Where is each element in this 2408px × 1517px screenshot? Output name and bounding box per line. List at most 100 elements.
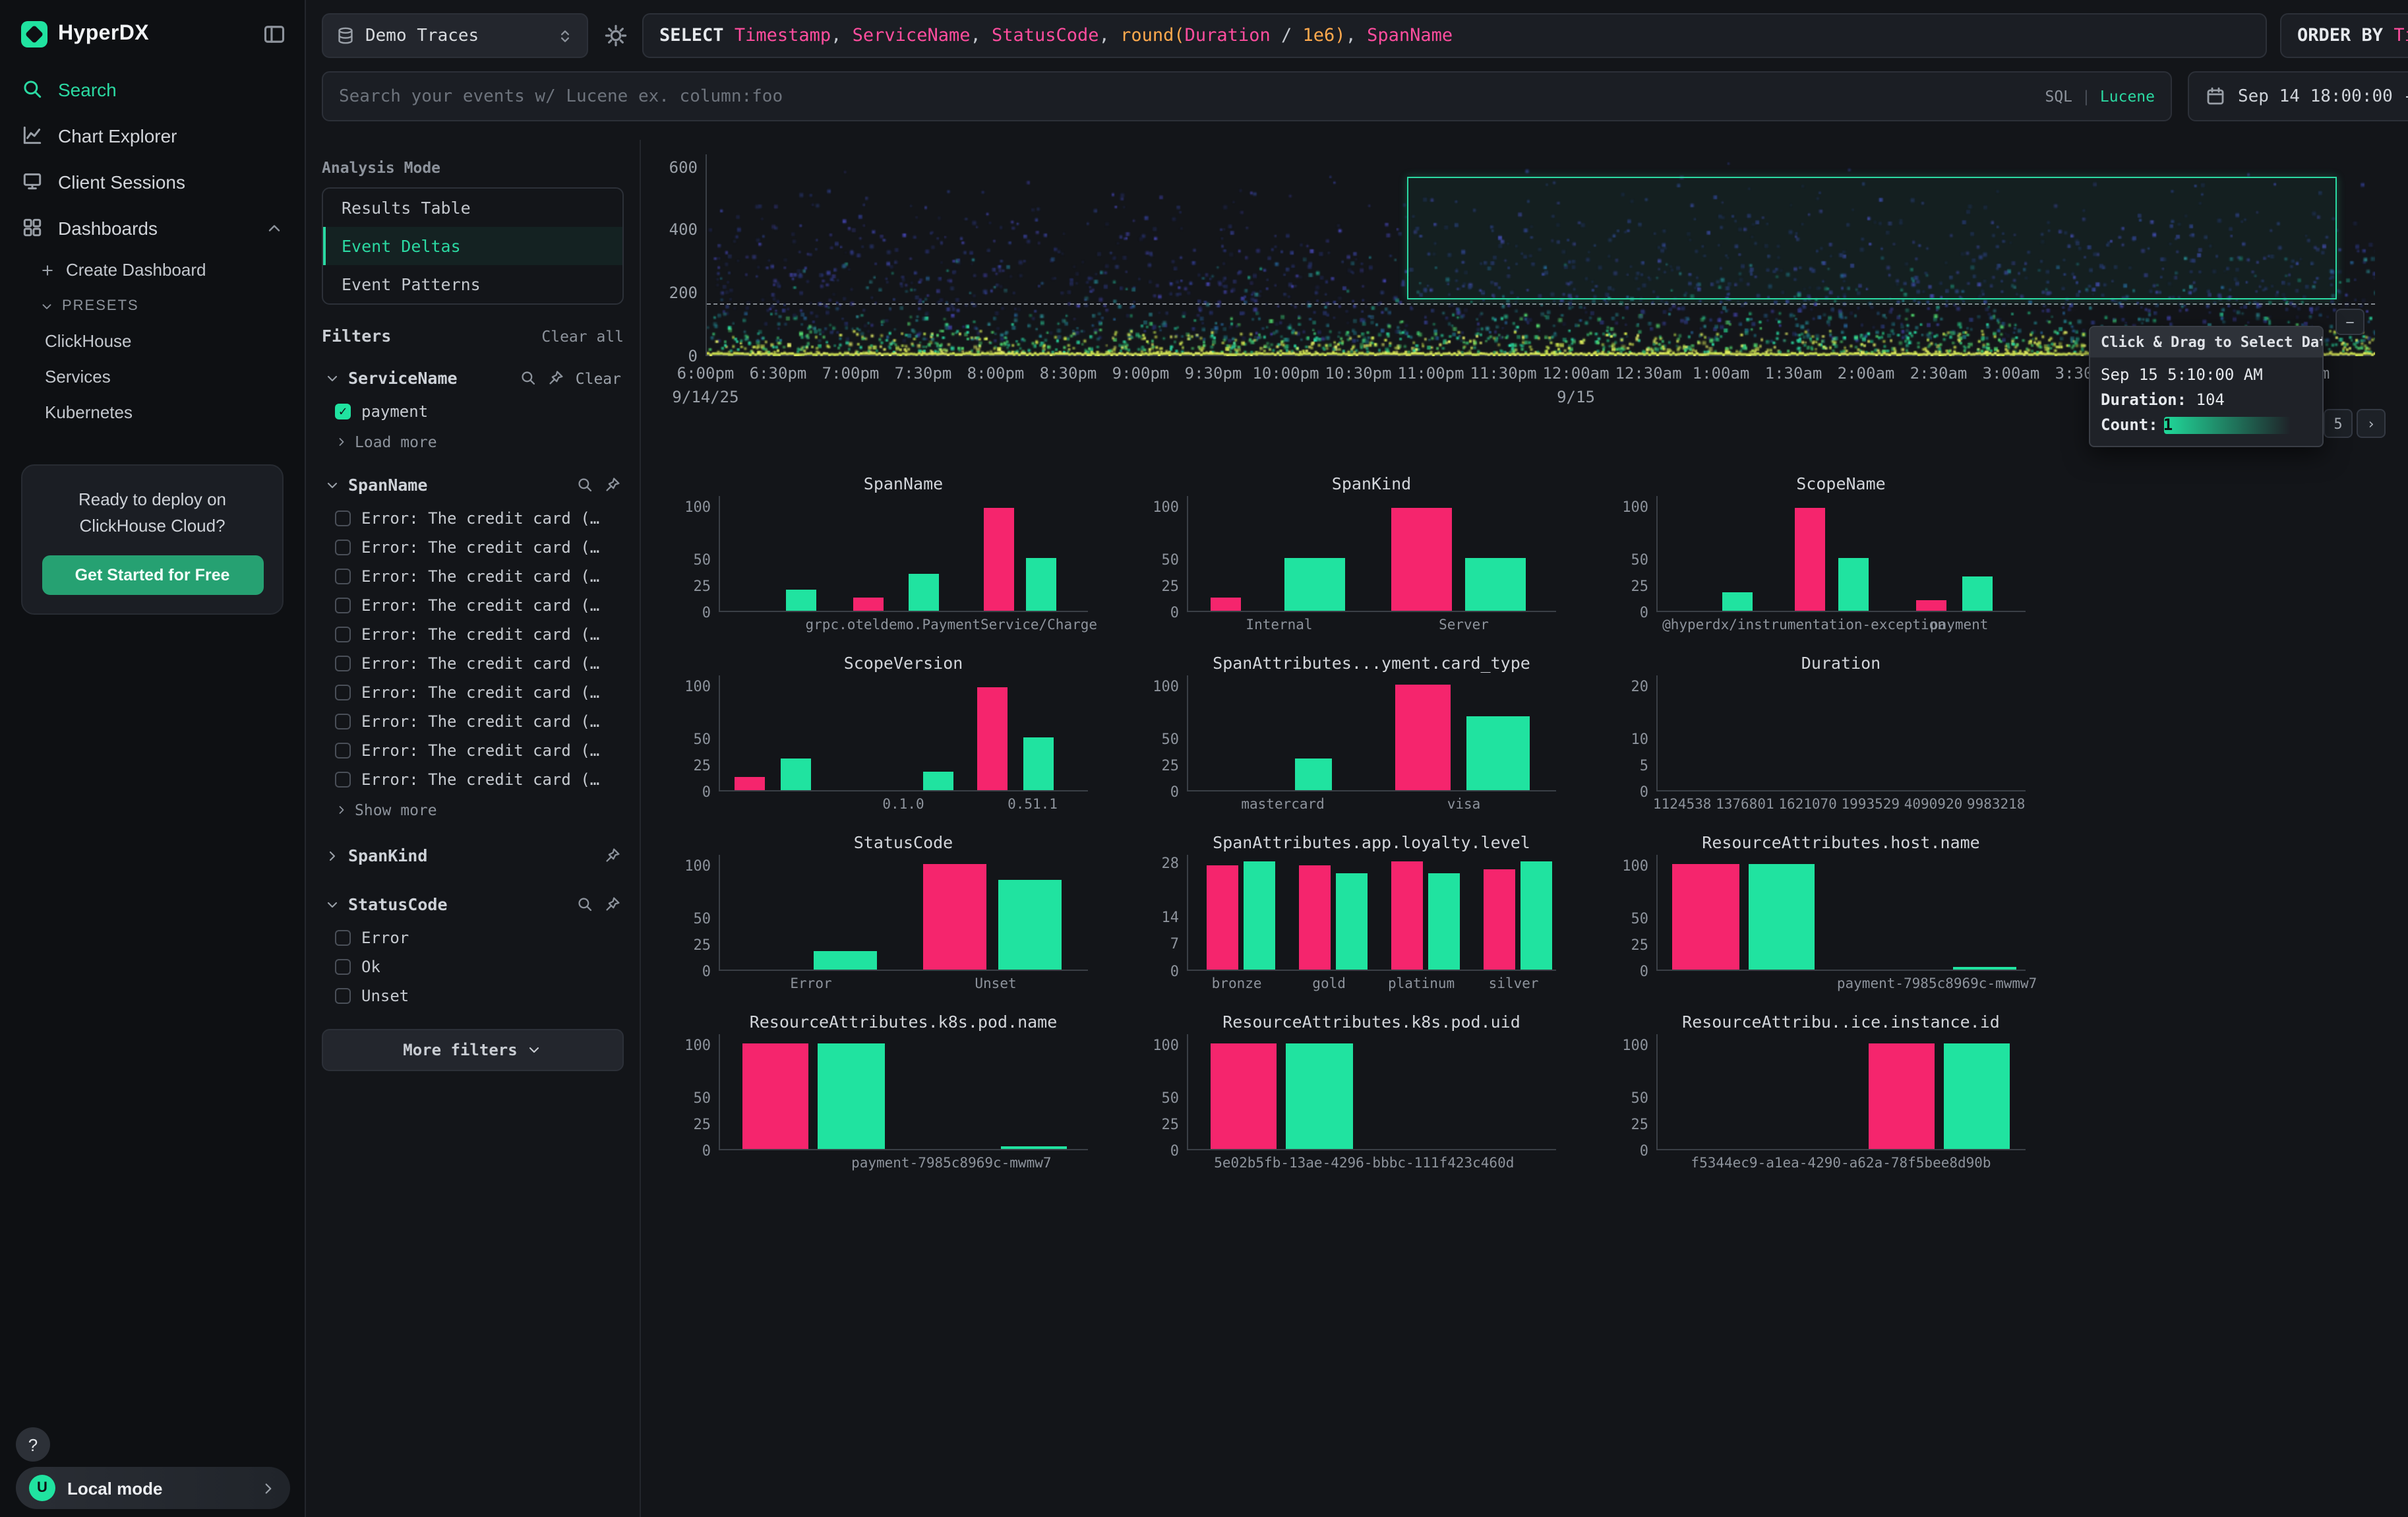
chart-x-label: visa (1447, 797, 1481, 813)
chart-bar (1211, 1043, 1277, 1149)
order-by-editor[interactable]: ORDER BY Timestamp DESC (2280, 13, 2408, 58)
checkbox[interactable] (335, 656, 351, 671)
pin-icon[interactable] (604, 476, 621, 493)
more-filters-button[interactable]: More filters (322, 1029, 624, 1071)
spanname-option[interactable]: Error: The credit card (… (322, 591, 624, 620)
statuscode-option-label: Ok (361, 958, 380, 976)
group-header-spanname[interactable]: SpanName (322, 466, 624, 504)
spanname-option[interactable]: Error: The credit card (… (322, 649, 624, 678)
chart-y-tick: 25 (658, 937, 711, 954)
pin-icon[interactable] (604, 896, 621, 913)
mode-results-table[interactable]: Results Table (323, 189, 622, 227)
group-header-servicename[interactable]: ServiceName Clear (322, 359, 624, 397)
query-language-toggle: SQL | Lucene (2045, 87, 2155, 106)
sql-token: , (831, 25, 853, 46)
pin-icon[interactable] (548, 369, 565, 387)
group-header-statuscode[interactable]: StatusCode (322, 885, 624, 923)
chart-plot (719, 1034, 1088, 1150)
clear-group-button[interactable]: Clear (576, 369, 621, 387)
sidebar-item-client-sessions[interactable]: Client Sessions (0, 158, 305, 204)
spanname-option[interactable]: Error: The credit card (… (322, 504, 624, 533)
pin-icon[interactable] (604, 847, 621, 864)
load-more-button[interactable]: Load more (322, 426, 624, 458)
spanname-option-label: Error: The credit card (… (361, 741, 599, 760)
sidebar-item-services[interactable]: Services (0, 359, 305, 394)
chart-title: ScopeVersion (719, 653, 1088, 673)
sidebar-collapse-icon[interactable] (262, 22, 286, 46)
chart-bar (1336, 873, 1368, 970)
sidebar-item-chart-explorer[interactable]: Chart Explorer (0, 112, 305, 158)
spanname-option[interactable]: Error: The credit card (… (322, 678, 624, 707)
next-page-button[interactable]: › (2357, 409, 2386, 438)
select-chevrons-icon (557, 27, 574, 44)
sql-query-editor[interactable]: SELECT Timestamp, ServiceName, StatusCod… (642, 13, 2267, 58)
checkbox[interactable] (335, 540, 351, 555)
mode-event-deltas[interactable]: Event Deltas (323, 227, 622, 265)
chart-x-label: 0.1.0 (882, 797, 924, 813)
statuscode-option[interactable]: Unset (322, 981, 624, 1010)
create-dashboard-button[interactable]: Create Dashboard (0, 251, 305, 289)
gear-icon[interactable] (604, 24, 628, 47)
checkbox[interactable] (335, 772, 351, 788)
spanname-option[interactable]: Error: The credit card (… (322, 620, 624, 649)
presets-toggle[interactable]: PRESETS (0, 289, 305, 323)
source-select[interactable]: Demo Traces (322, 13, 588, 58)
lucene-toggle[interactable]: Lucene (2100, 87, 2155, 106)
search-icon[interactable] (576, 896, 593, 913)
search-input[interactable] (339, 86, 2032, 106)
spanname-option[interactable]: Error: The credit card (… (322, 736, 624, 765)
checkbox[interactable] (335, 627, 351, 642)
chart-y-tick: 25 (1126, 757, 1179, 774)
mode-event-patterns[interactable]: Event Patterns (323, 265, 622, 303)
help-button[interactable]: ? (16, 1427, 50, 1462)
search-icon[interactable] (520, 369, 537, 387)
checkbox[interactable] (335, 988, 351, 1004)
nav-label: Search (58, 78, 117, 100)
show-more-label: Show more (355, 801, 437, 819)
delta-chart-ResourceAttributes.k8s.pod.name: ResourceAttributes.k8s.pod.name02550100p… (658, 1012, 1088, 1173)
sql-toggle[interactable]: SQL (2045, 87, 2072, 106)
checkbox[interactable] (335, 685, 351, 700)
checkbox[interactable] (335, 714, 351, 729)
sidebar-item-dashboards[interactable]: Dashboards (0, 204, 305, 251)
search-icon[interactable] (576, 476, 593, 493)
statuscode-option[interactable]: Ok (322, 952, 624, 981)
chart-x-label: Server (1439, 617, 1489, 633)
sidebar-item-search[interactable]: Search (0, 66, 305, 112)
group-header-spankind[interactable]: SpanKind (322, 836, 624, 875)
page-number-button[interactable]: 5 (2324, 409, 2353, 438)
chart-x-label: Unset (975, 976, 1016, 992)
sidebar-item-clickhouse[interactable]: ClickHouse (0, 323, 305, 359)
spanname-option[interactable]: Error: The credit card (… (322, 533, 624, 562)
chart-plot (1187, 1034, 1556, 1150)
spanname-option-label: Error: The credit card (… (361, 654, 599, 673)
chart-y-tick: 0 (1126, 963, 1179, 980)
date-range-picker[interactable]: Sep 14 18:00:00 - Sep 15 05:30:00 (2188, 71, 2408, 121)
get-started-button[interactable]: Get Started for Free (42, 556, 263, 596)
zoom-reset-button[interactable]: − (2335, 309, 2364, 335)
checkbox[interactable] (335, 743, 351, 758)
user-mode-label: Local mode (67, 1478, 163, 1498)
clear-all-button[interactable]: Clear all (541, 326, 624, 345)
checkbox[interactable] (335, 598, 351, 613)
statuscode-option[interactable]: Error (322, 923, 624, 952)
spanname-option[interactable]: Error: The credit card (… (322, 562, 624, 591)
spanname-option[interactable]: Error: The credit card (… (322, 707, 624, 736)
servicename-option[interactable]: ✓payment (322, 397, 624, 426)
delta-chart-SpanAttributes.app.loyalty.level: SpanAttributes.app.loyalty.level071428br… (1126, 832, 1556, 993)
chart-y-tick: 5 (1596, 757, 1648, 774)
heatmap-x-tick: 8:00pm (967, 364, 1025, 383)
checkbox[interactable] (335, 569, 351, 584)
chart-y-tick: 25 (658, 578, 711, 595)
selection-rectangle[interactable] (1408, 177, 2337, 300)
chart-bar (1962, 577, 1993, 611)
checkbox[interactable] (335, 959, 351, 975)
checkbox[interactable] (335, 930, 351, 946)
checkbox-checked[interactable]: ✓ (335, 404, 351, 419)
spanname-option[interactable]: Error: The credit card (… (322, 765, 624, 794)
chart-bar (818, 1043, 884, 1149)
sidebar-item-kubernetes[interactable]: Kubernetes (0, 394, 305, 430)
show-more-button[interactable]: Show more (322, 794, 624, 826)
user-menu[interactable]: U Local mode (16, 1467, 290, 1509)
checkbox[interactable] (335, 511, 351, 526)
